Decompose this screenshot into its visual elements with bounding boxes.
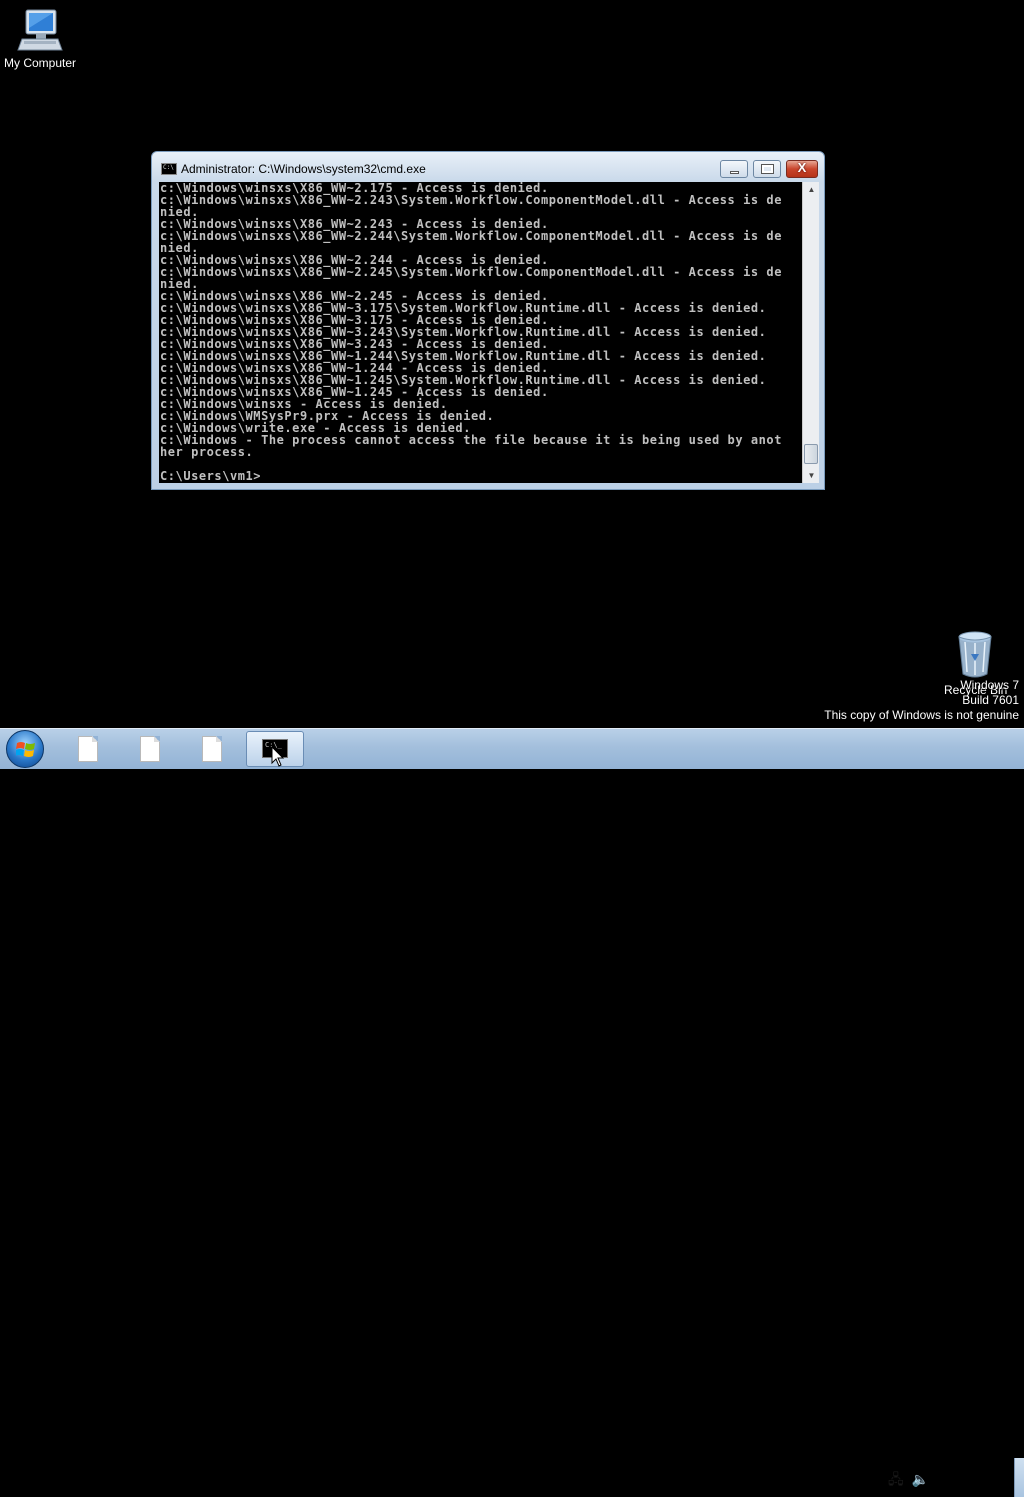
recycle-bin-icon bbox=[958, 631, 992, 678]
watermark-line: Windows 7 bbox=[960, 678, 1019, 692]
watermark-line: Build 7601 bbox=[962, 693, 1019, 707]
show-desktop-button[interactable] bbox=[1014, 1458, 1024, 1497]
start-button[interactable] bbox=[6, 730, 44, 768]
desktop-icon-recycle-bin[interactable]: Recycle Bin bbox=[940, 630, 1010, 697]
desktop-icon-label: My Computer bbox=[3, 56, 77, 70]
minimize-button[interactable] bbox=[720, 160, 748, 178]
cmd-icon[interactable] bbox=[161, 163, 177, 175]
scroll-up-arrow-icon[interactable]: ▲ bbox=[804, 182, 819, 197]
taskbar-button-document[interactable] bbox=[59, 731, 115, 767]
maximize-button[interactable] bbox=[753, 160, 781, 178]
console-text: c:\Windows\winsxs\X86_WW~2.175 - Access … bbox=[160, 182, 782, 483]
clock-time: 1:29 AM bbox=[950, 1463, 996, 1477]
scroll-down-arrow-icon[interactable]: ▼ bbox=[804, 468, 819, 483]
clock[interactable]: 1:29 AM 9/3/2022 bbox=[930, 1462, 1016, 1496]
document-icon bbox=[140, 736, 160, 762]
document-icon bbox=[202, 736, 222, 762]
taskbar-button-document[interactable] bbox=[121, 731, 177, 767]
close-icon: X bbox=[797, 160, 807, 175]
taskbar: 🖧 🔈 1:29 AM 9/3/2022 bbox=[0, 728, 1024, 1497]
close-button[interactable]: X bbox=[786, 160, 818, 178]
desktop-icon-my-computer[interactable]: My Computer bbox=[0, 8, 80, 70]
network-icon[interactable]: 🖧 bbox=[888, 1471, 904, 1487]
taskbar-button-document[interactable] bbox=[183, 731, 239, 767]
mouse-cursor-icon bbox=[271, 746, 285, 767]
window-title: Administrator: C:\Windows\system32\cmd.e… bbox=[181, 162, 426, 176]
vertical-scrollbar[interactable]: ▲ ▼ bbox=[802, 182, 819, 483]
computer-icon bbox=[17, 9, 63, 51]
console-output[interactable]: c:\Windows\winsxs\X86_WW~2.175 - Access … bbox=[159, 182, 802, 483]
clock-date: 9/3/2022 bbox=[949, 1480, 997, 1494]
document-icon bbox=[78, 736, 98, 762]
cmd-window[interactable]: Administrator: C:\Windows\system32\cmd.e… bbox=[151, 151, 825, 490]
windows-watermark: Windows 7 Build 7601 This copy of Window… bbox=[824, 678, 1019, 723]
windows-logo-icon bbox=[16, 742, 35, 757]
speaker-icon[interactable]: 🔈 bbox=[912, 1471, 929, 1487]
watermark-line: This copy of Windows is not genuine bbox=[824, 708, 1019, 722]
system-tray: 🖧 🔈 bbox=[888, 1469, 929, 1493]
scroll-thumb[interactable] bbox=[804, 444, 818, 464]
window-titlebar[interactable]: Administrator: C:\Windows\system32\cmd.e… bbox=[152, 152, 824, 182]
